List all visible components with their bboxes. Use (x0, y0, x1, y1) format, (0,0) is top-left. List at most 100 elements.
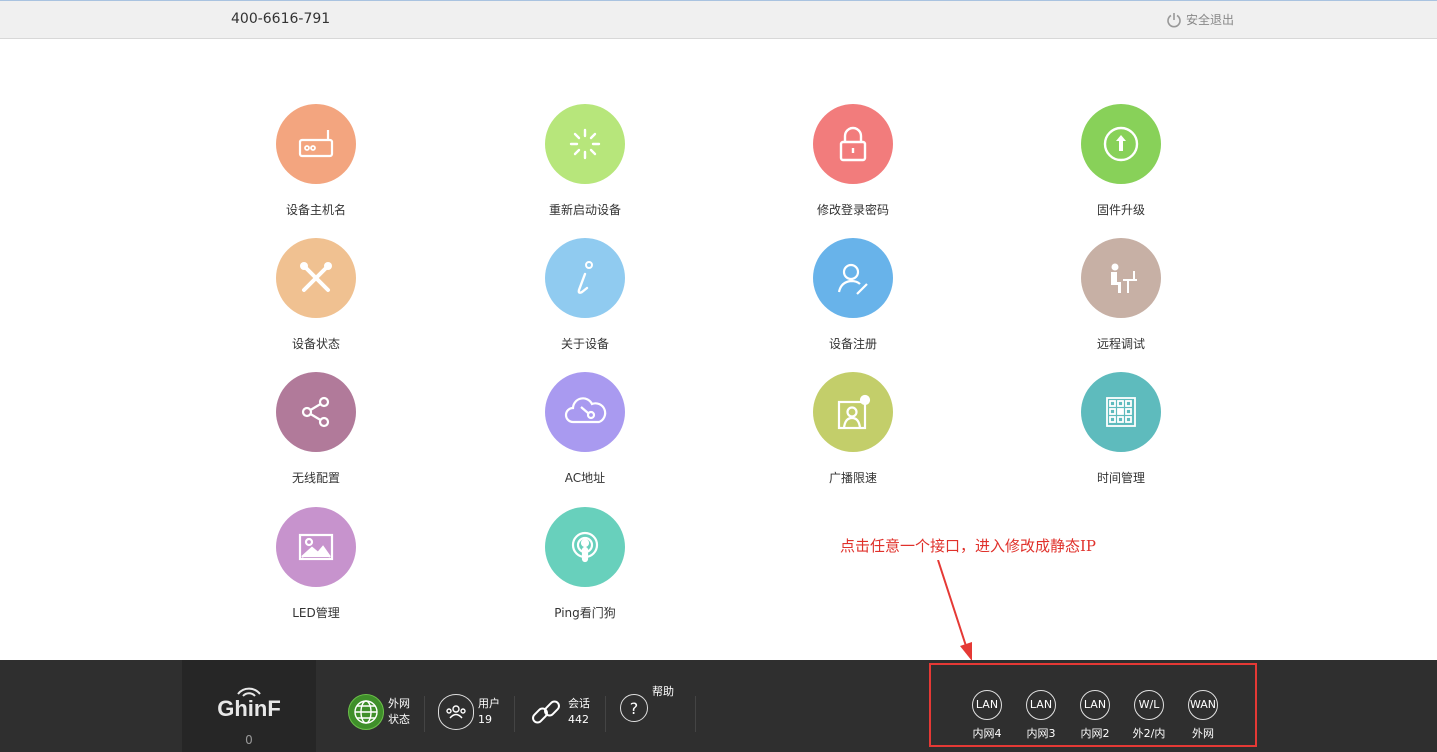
tile-circle[interactable] (813, 238, 893, 318)
divider (695, 696, 696, 732)
tile-change-password[interactable]: 修改登录密码 (753, 104, 953, 218)
port-label: 内网4 (972, 727, 1002, 740)
logout-label: 安全退出 (1186, 13, 1235, 27)
tile-label: 重新启动设备 (548, 203, 621, 217)
tile-label: AC地址 (564, 471, 606, 485)
users-count: 19 (478, 713, 492, 726)
logout-button[interactable]: 安全退出 (1166, 11, 1234, 28)
port-icon[interactable]: WAN (1188, 690, 1218, 720)
divider (424, 696, 425, 732)
sessions-count: 442 (568, 713, 589, 726)
tile-time-management[interactable]: 时间管理 (1021, 372, 1221, 486)
port-lan4[interactable]: LAN 内网4 (965, 690, 1009, 741)
port-panel: LAN 内网4 LAN 内网3 LAN 内网2 W/L 外2/内 WAN 外网 (929, 663, 1257, 747)
help-icon: ? (620, 694, 648, 722)
tile-label: 设备注册 (828, 337, 877, 351)
tile-circle[interactable] (545, 372, 625, 452)
upgrade-icon (1103, 126, 1139, 162)
wan-status-line1: 外网 (388, 697, 410, 710)
help-label: 帮助 (652, 685, 674, 698)
wan-status-button[interactable]: 外网 状态 (348, 694, 410, 730)
tools-icon (300, 262, 332, 292)
tile-led-management[interactable]: LED管理 (216, 507, 416, 621)
users-label: 用户 (478, 697, 500, 710)
grid-icon (1106, 397, 1136, 427)
tile-about-device[interactable]: 关于设备 (485, 238, 685, 352)
broadcast-icon (837, 394, 871, 430)
tile-label: 固件升级 (1096, 203, 1145, 217)
annotation-arrow (937, 560, 972, 661)
share-icon (301, 396, 330, 428)
remote-icon (1111, 263, 1137, 293)
users-button[interactable]: 用户 19 (438, 694, 500, 730)
tile-label: 无线配置 (291, 471, 340, 485)
tile-circle[interactable] (1081, 372, 1161, 452)
port-label: 内网2 (1080, 727, 1110, 740)
annotation-text: 点击任意一个接口，进入修改成静态IP (840, 537, 1097, 555)
port-wan[interactable]: WAN 外网 (1181, 690, 1225, 741)
port-icon[interactable]: W/L (1134, 690, 1164, 720)
image-icon (298, 533, 334, 561)
tile-label: 远程调试 (1096, 337, 1145, 351)
tile-ac-address[interactable]: AC地址 (485, 372, 685, 486)
power-icon (1167, 12, 1181, 27)
info-icon (577, 261, 593, 294)
tile-label: 时间管理 (1096, 471, 1145, 485)
port-lan2[interactable]: LAN 内网2 (1073, 690, 1117, 741)
tile-label: Ping看门狗 (554, 606, 616, 620)
tile-ping-watchdog[interactable]: Ping看门狗 (485, 507, 685, 621)
podcast-icon (571, 531, 599, 563)
divider (605, 696, 606, 732)
tile-remote-debug[interactable]: 远程调试 (1021, 238, 1221, 352)
tile-circle[interactable] (545, 238, 625, 318)
router-icon (298, 130, 334, 158)
sessions-label: 会话 (568, 697, 590, 710)
tile-label: 修改登录密码 (816, 203, 889, 217)
top-bar: 400-6616-791 安全退出 (0, 0, 1437, 39)
tile-label: 设备主机名 (285, 203, 346, 217)
users-icon (438, 694, 474, 730)
spinner-icon (569, 128, 601, 160)
port-icon[interactable]: LAN (972, 690, 1002, 720)
lock-icon (839, 126, 867, 162)
logo-text: GhinF (217, 696, 281, 721)
tile-device-status[interactable]: 设备状态 (216, 238, 416, 352)
port-label: 外网 (1192, 727, 1214, 740)
port-lan3[interactable]: LAN 内网3 (1019, 690, 1063, 741)
tile-circle[interactable] (276, 507, 356, 587)
tile-wireless-config[interactable]: 无线配置 (216, 372, 416, 486)
brand-logo: GhinF 0 (182, 660, 316, 752)
tile-device-register[interactable]: 设备注册 (753, 238, 953, 352)
tile-circle[interactable] (813, 372, 893, 452)
sessions-button[interactable]: 会话 442 (528, 694, 590, 730)
wan-status-line2: 状态 (388, 713, 410, 726)
help-button[interactable]: ? 帮助 (620, 685, 674, 722)
port-wl[interactable]: W/L 外2/内 (1127, 690, 1171, 741)
tile-circle[interactable] (545, 104, 625, 184)
user-edit-icon (837, 263, 868, 295)
tile-circle[interactable] (545, 507, 625, 587)
tile-broadcast-limit[interactable]: 广播限速 (753, 372, 953, 486)
hotline-number: 400-6616-791 (231, 11, 331, 27)
port-label: 外2/内 (1132, 727, 1166, 740)
tile-firmware-upgrade[interactable]: 固件升级 (1021, 104, 1221, 218)
logo-count: 0 (245, 733, 253, 747)
tile-circle[interactable] (276, 238, 356, 318)
tile-circle[interactable] (1081, 238, 1161, 318)
divider (514, 696, 515, 732)
link-icon (532, 700, 560, 724)
tile-label: 广播限速 (828, 471, 877, 485)
tile-reboot-device[interactable]: 重新启动设备 (485, 104, 685, 218)
tile-circle[interactable] (276, 372, 356, 452)
tile-device-hostname[interactable]: 设备主机名 (216, 104, 416, 218)
tile-label: 关于设备 (560, 337, 609, 351)
port-icon[interactable]: LAN (1080, 690, 1110, 720)
tile-circle[interactable] (1081, 104, 1161, 184)
port-label: 内网3 (1026, 727, 1056, 740)
cloud-key-icon (564, 397, 607, 424)
tile-label: LED管理 (292, 606, 340, 620)
tile-circle[interactable] (813, 104, 893, 184)
tile-circle[interactable] (276, 104, 356, 184)
globe-icon (348, 694, 384, 730)
port-icon[interactable]: LAN (1026, 690, 1056, 720)
